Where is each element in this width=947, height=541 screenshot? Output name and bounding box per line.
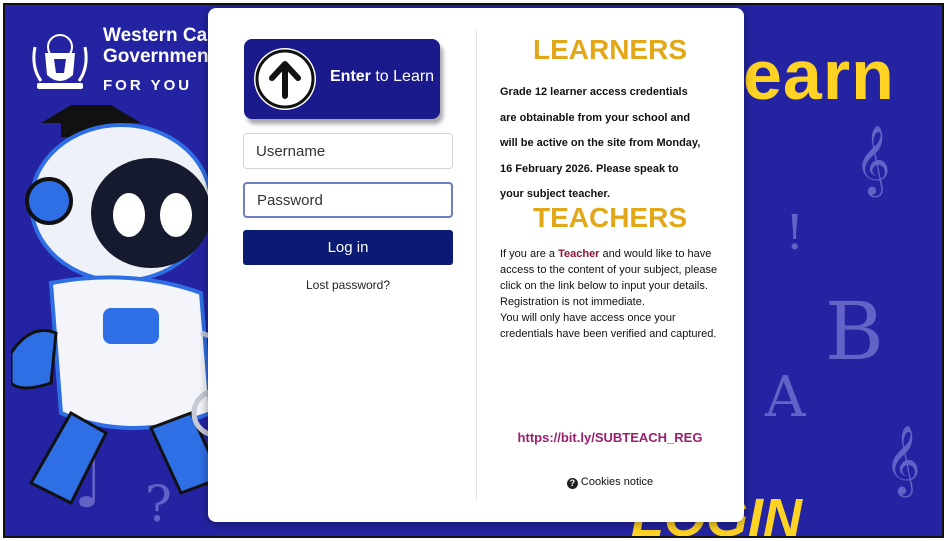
teachers-paragraph-2: You will only have access once your cred… (500, 312, 717, 340)
teachers-heading: TEACHERS (532, 202, 687, 233)
hero-title: earn (743, 36, 895, 114)
robot-mascot-illustration (11, 105, 241, 506)
learners-info: Grade 12 learner access credentials are … (500, 80, 724, 208)
arrow-up-circle-icon (254, 48, 316, 110)
doodle-decoration: A (765, 365, 806, 430)
doodle-decoration: 𝄞 (855, 125, 891, 195)
cookies-label: Cookies notice (580, 476, 654, 488)
learners-heading: LEARNERS (532, 34, 687, 65)
doodle-decoration: ! (785, 205, 805, 261)
login-card: Enter to Learn Log in Lost password? LEA… (208, 8, 744, 522)
teachers-info: If you are a Teacher and would like to h… (500, 246, 720, 342)
gov-name-line1: Western Ca (103, 25, 208, 46)
enter-bold-text: Enter (330, 68, 371, 85)
learners-line: will be active on the site from Monday, (500, 137, 701, 149)
password-input[interactable] (243, 182, 453, 218)
enter-rest-text: to Learn (370, 68, 435, 85)
cookies-notice-link[interactable]: ? Cookies notice (476, 476, 744, 489)
learners-line: are obtainable from your school and (500, 111, 691, 124)
learners-line: 16 February 2026. Please speak to (500, 162, 679, 175)
username-input[interactable] (243, 133, 453, 169)
enter-to-learn-button[interactable]: Enter to Learn (244, 39, 440, 119)
teachers-p1-pre: If you are a (500, 248, 559, 260)
doodle-decoration: 𝄞 (885, 425, 921, 495)
enter-to-learn-label: Enter to Learn (330, 68, 434, 86)
teachers-paragraph-1: If you are a Teacher and would like to h… (500, 246, 720, 310)
doodle-decoration: B (825, 285, 884, 378)
teacher-registration-link[interactable]: https://bit.ly/SUBTEACH_REG (476, 430, 744, 445)
log-in-button[interactable]: Log in (243, 230, 453, 265)
lost-password-link[interactable]: Lost password? (243, 278, 453, 292)
gov-name-line2: Governmen (103, 46, 209, 67)
question-circle-icon: ? (566, 478, 578, 489)
teacher-highlight: Teacher (558, 248, 600, 260)
learners-line: Grade 12 learner access credentials (500, 86, 688, 98)
